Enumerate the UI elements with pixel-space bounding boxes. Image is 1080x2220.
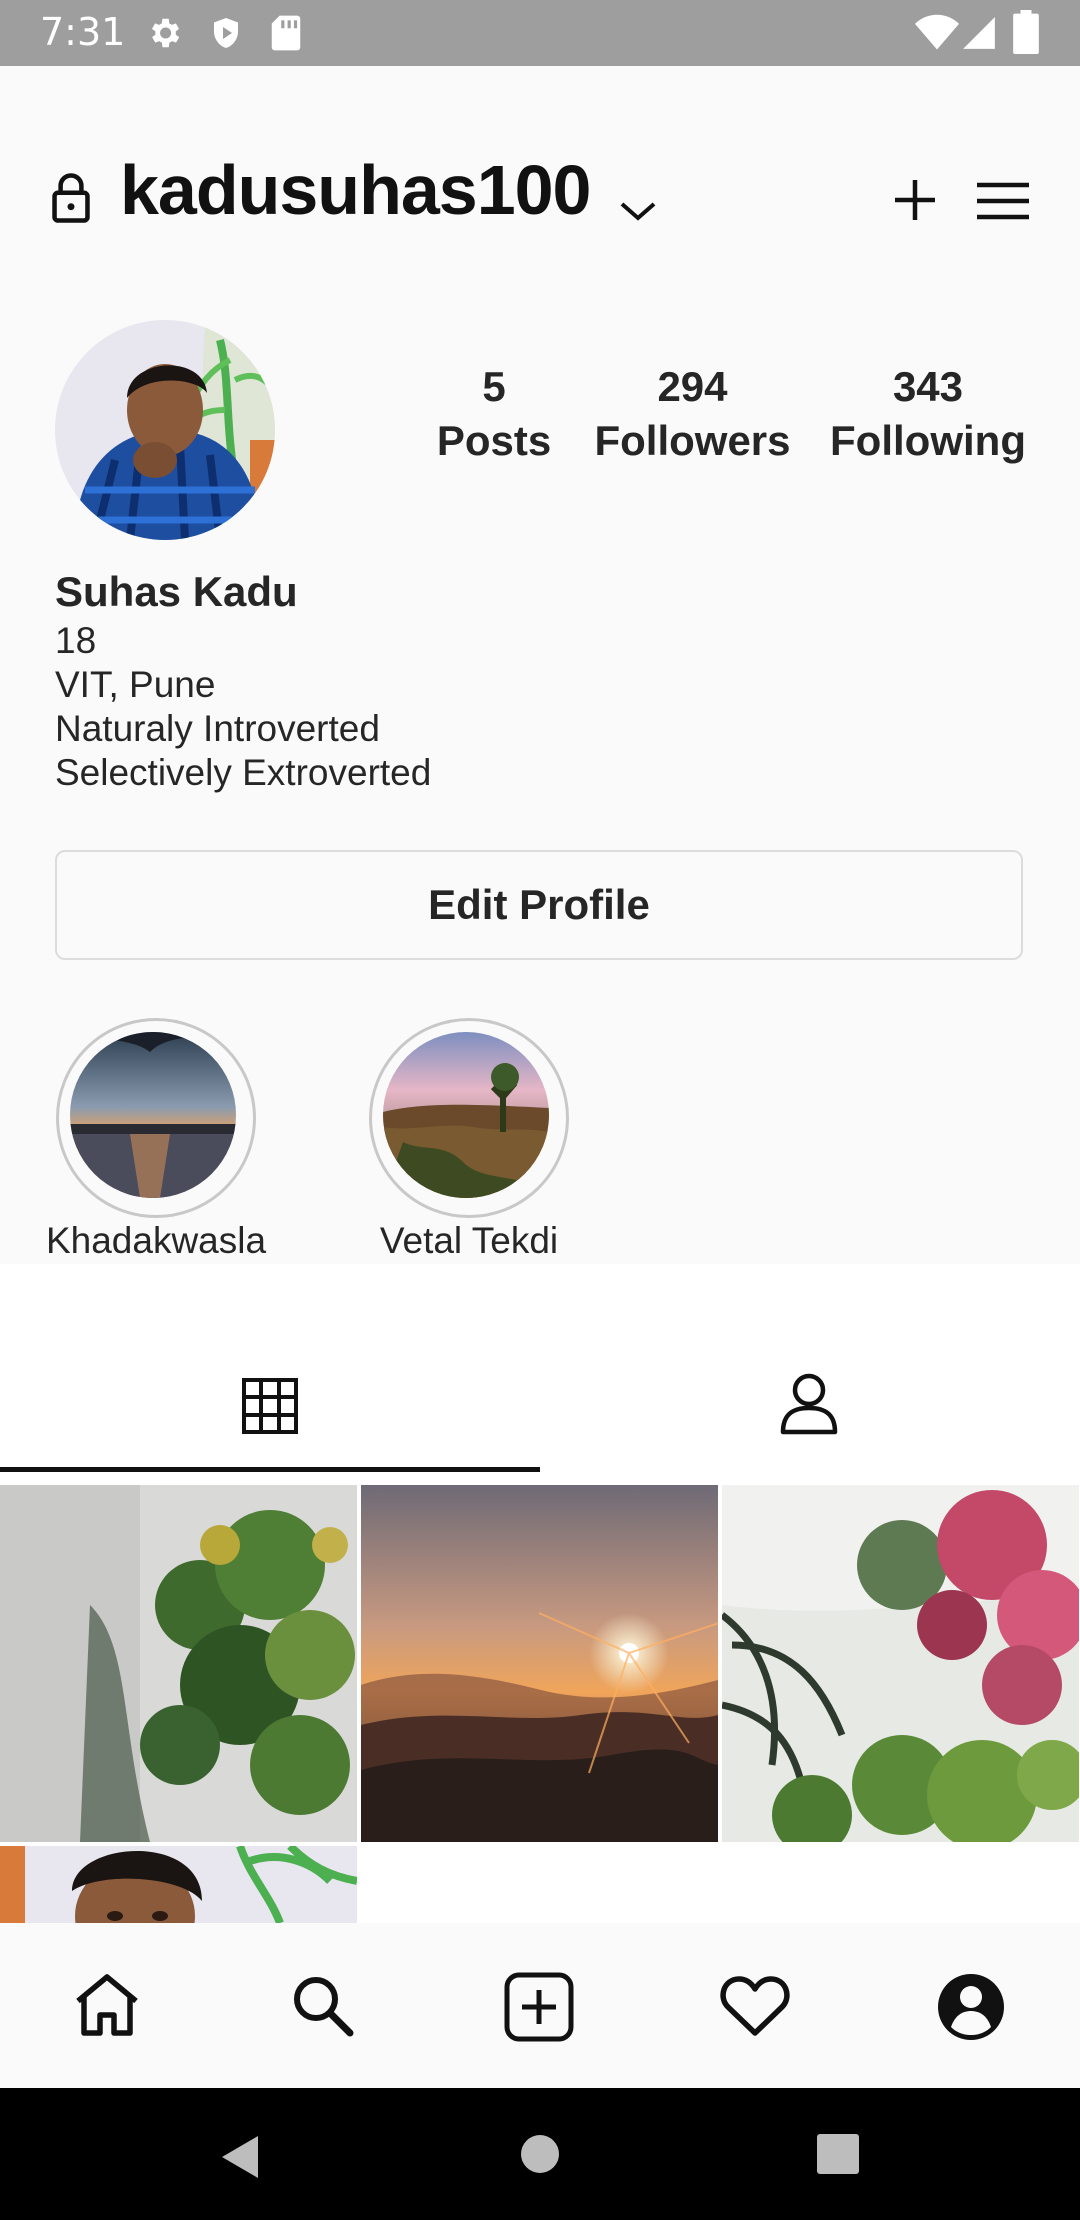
new-post-icon[interactable] [503, 1972, 575, 2042]
highlight-thumbnail [383, 1032, 549, 1198]
bio-line: Selectively Extroverted [55, 752, 432, 793]
followers-count: 294 [657, 363, 728, 410]
followers-stat[interactable]: 294 Followers [590, 360, 795, 468]
chevron-down-icon[interactable] [618, 198, 658, 224]
heart-icon[interactable] [720, 1975, 790, 2037]
posts-count: 5 [482, 363, 506, 410]
highlight-vetal-tekdi[interactable] [369, 1018, 569, 1218]
back-icon[interactable] [220, 2134, 260, 2180]
following-count: 343 [892, 363, 964, 410]
settings-icon [151, 18, 180, 48]
bio-line: Naturaly Introverted [55, 708, 380, 749]
home-circle-icon[interactable] [520, 2134, 560, 2174]
status-time: 7:31 [40, 10, 126, 54]
wifi-icon [915, 14, 959, 50]
search-icon[interactable] [290, 1973, 354, 2037]
system-navigation-bar [0, 2088, 1080, 2220]
bio-name: Suhas Kadu [55, 568, 298, 615]
lock-icon [52, 173, 90, 223]
bio-line: 18 [55, 620, 97, 661]
highlight-thumbnail [70, 1032, 236, 1198]
plus-icon[interactable] [893, 178, 937, 222]
tagged-person-icon[interactable] [779, 1372, 839, 1436]
highlight-label: Khadakwasla [45, 1220, 267, 1261]
profile-username[interactable]: kadusuhas100 [120, 150, 591, 230]
posts-stat[interactable]: 5 Posts [416, 360, 572, 468]
recents-icon[interactable] [817, 2134, 859, 2174]
edit-profile-button[interactable]: Edit Profile [55, 850, 1023, 960]
followers-label: Followers [594, 417, 791, 464]
post-thumbnail[interactable] [722, 1485, 1079, 1842]
posts-label: Posts [436, 417, 552, 464]
shield-icon [214, 18, 238, 48]
bio-line: VIT, Pune [55, 664, 216, 705]
profile-avatar[interactable] [55, 320, 275, 540]
home-icon[interactable] [72, 1973, 142, 2037]
highlight-khadakwasla[interactable] [56, 1018, 256, 1218]
status-bar: 7:31 [0, 0, 1080, 66]
bottom-navigation [0, 1923, 1080, 2088]
menu-icon[interactable] [977, 182, 1029, 220]
highlight-label: Vetal Tekdi [379, 1220, 559, 1261]
signal-icon [963, 17, 995, 49]
post-thumbnail[interactable] [361, 1485, 718, 1842]
battery-icon [1013, 10, 1039, 54]
grid-icon[interactable] [242, 1378, 298, 1434]
post-thumbnail[interactable] [0, 1485, 357, 1842]
profile-icon[interactable] [937, 1973, 1005, 2041]
post-thumbnail[interactable] [0, 1846, 357, 1923]
following-label: Following [830, 417, 1026, 464]
following-stat[interactable]: 343 Following [822, 360, 1034, 468]
active-tab-indicator [0, 1467, 540, 1472]
sd-card-icon [271, 15, 301, 51]
